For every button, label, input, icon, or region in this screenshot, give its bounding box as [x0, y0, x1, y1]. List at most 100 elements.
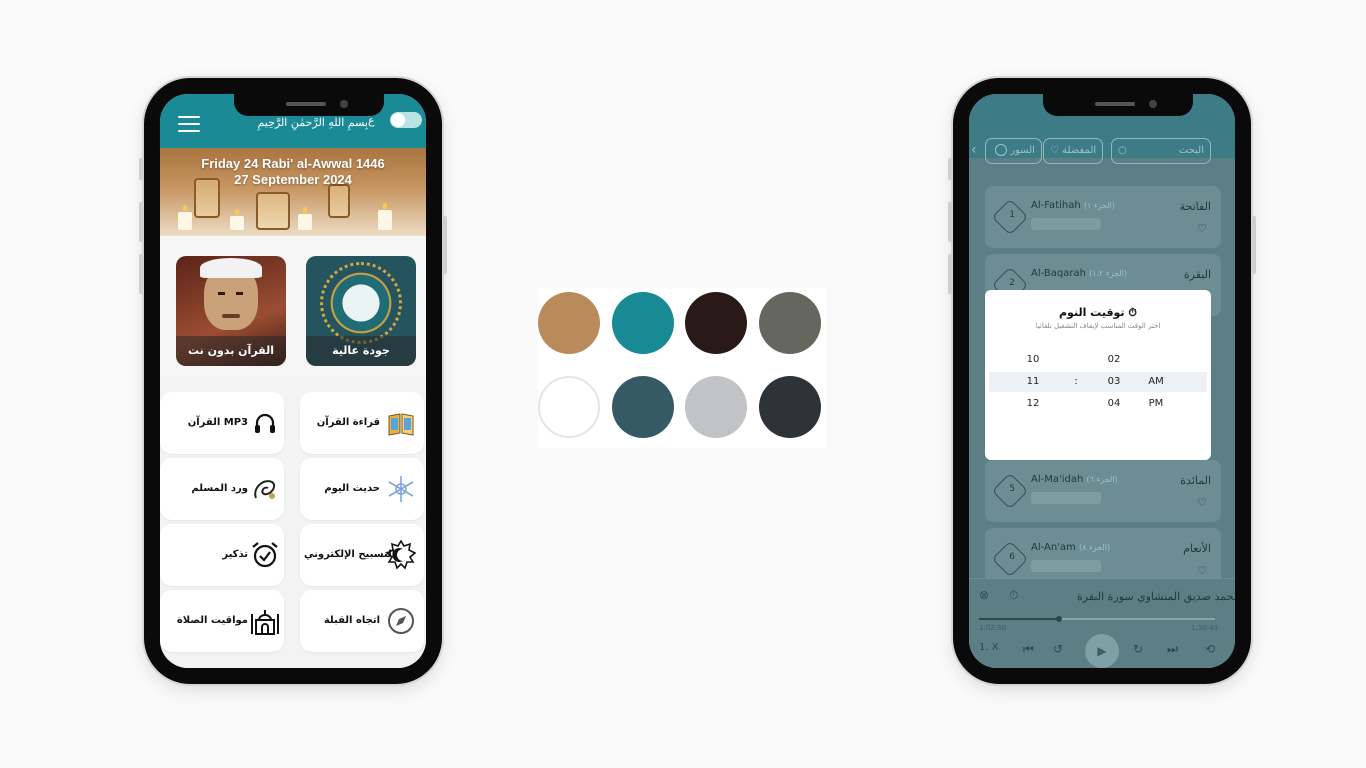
hour-option[interactable]: 10	[1018, 354, 1048, 365]
swatch-8	[759, 376, 821, 438]
hour-option[interactable]: 12	[1018, 398, 1048, 409]
back-icon[interactable]: ‹	[971, 142, 977, 158]
sura-item[interactable]: 5 Al-Ma'idah (الجزء ٦) المائدة ♡	[985, 460, 1221, 522]
tile-electronic-tasbih[interactable]: التسبيح الإلكتروني	[300, 524, 424, 586]
close-icon[interactable]: ⊗	[979, 588, 989, 602]
minute-option[interactable]: 02	[1099, 354, 1129, 365]
sura-number: 5	[1009, 483, 1015, 494]
filter-favorites[interactable]: ♡ المفضلة	[1043, 138, 1104, 164]
mosque-icon	[251, 610, 279, 635]
search-placeholder: البحث	[1178, 145, 1204, 156]
progress-bar[interactable]	[979, 616, 1215, 622]
play-icon: ▶	[1097, 644, 1107, 658]
offline-quran-card[interactable]: القرآن بدون نت	[176, 256, 286, 366]
player-reciter-name: محمد صديق المنشاوي	[1137, 590, 1235, 603]
skip-next-icon[interactable]: ⏭	[1167, 642, 1178, 657]
tile-label: تذكير	[222, 549, 248, 560]
favorite-icon[interactable]: ♡	[1197, 496, 1207, 509]
timer-icon: ⏱	[1128, 306, 1137, 319]
filter-label: السور	[1010, 145, 1035, 156]
tile-hadith-of-day[interactable]: حديث اليوم	[300, 458, 424, 520]
headphones-icon	[255, 413, 275, 433]
theme-toggle[interactable]	[390, 112, 422, 128]
playback-speed[interactable]: 1. X	[979, 642, 999, 653]
elapsed-time: 1:02:30	[979, 624, 1006, 632]
filter-suras[interactable]: السور	[985, 138, 1042, 164]
tile-label: مواقيت الصلاة	[176, 615, 248, 626]
period-pm[interactable]: PM	[1141, 398, 1171, 409]
tile-label: قراءة القرآن	[316, 417, 380, 428]
circle-icon	[995, 144, 1007, 156]
swatch-3	[685, 292, 747, 354]
tile-quran-mp3[interactable]: القرآن MP3	[160, 392, 284, 454]
tile-label: التسبيح الإلكتروني	[304, 549, 396, 560]
snowflake-icon	[388, 476, 414, 502]
sleep-timer-subtitle: اختر الوقت المناسب لإيقاف التشغيل تلقائي…	[1035, 322, 1161, 330]
tile-label: اتجاه القبلة	[323, 615, 380, 626]
sura-number: 2	[1009, 277, 1015, 288]
tile-label: ورد المسلم	[191, 483, 248, 494]
tile-label: حديث اليوم	[324, 483, 380, 494]
sura-name-en: Al-An'am	[1031, 542, 1076, 553]
alarm-clock-icon	[252, 542, 278, 568]
rewind-15-icon[interactable]: ↺	[1053, 642, 1063, 656]
search-input[interactable]: ○ البحث	[1111, 138, 1211, 164]
player-sura-name: سورة البقرة	[1077, 590, 1134, 603]
sleep-timer-icon[interactable]: ⏱	[1009, 588, 1018, 603]
gregorian-date: 27 September 2024	[234, 172, 352, 187]
notch	[1043, 94, 1193, 116]
sura-item[interactable]: 1 Al-Fatihah (الجزء ١) الفاتحة ♡	[985, 186, 1221, 248]
tile-qibla-direction[interactable]: اتجاه القبلة	[300, 590, 424, 652]
phone-home-screen: بِسمِ اللهِ الرَّحمٰنِ الرَّحِيمِ ع Frid…	[139, 78, 447, 684]
menu-icon[interactable]	[178, 116, 200, 132]
calligraphy-icon	[254, 480, 276, 499]
tile-muslim-wird[interactable]: ورد المسلم	[160, 458, 284, 520]
sleep-timer-dialog: توقيت النوم ⏱ اختر الوقت المناسب لإيقاف …	[985, 290, 1211, 460]
sura-meta	[1031, 560, 1101, 572]
sura-number: 1	[1009, 209, 1015, 220]
filter-label: المفضلة	[1062, 145, 1097, 156]
sura-juz: (الجزء ١،٢)	[1089, 269, 1128, 278]
swatch-6	[612, 376, 674, 438]
offline-quran-label: القرآن بدون نت	[176, 336, 286, 366]
search-icon: ○	[1118, 145, 1127, 156]
tile-prayer-times[interactable]: مواقيت الصلاة	[160, 590, 284, 652]
skip-previous-icon[interactable]: ⏮	[1023, 642, 1034, 657]
sura-name-ar: المائدة	[1180, 474, 1211, 487]
swatch-4	[759, 292, 821, 354]
basmala-title: بِسمِ اللهِ الرَّحمٰنِ الرَّحِيمِ	[257, 116, 368, 129]
favorite-icon[interactable]: ♡	[1197, 222, 1207, 235]
tile-read-quran[interactable]: قراءة القرآن	[300, 392, 424, 454]
book-icon	[388, 413, 414, 436]
crescent-star-icon	[386, 540, 416, 570]
repeat-icon[interactable]: ⟲	[1205, 642, 1215, 656]
high-quality-label: جودة عالية	[306, 336, 416, 366]
reciter-photo	[200, 258, 262, 330]
minute-selected[interactable]: 03	[1099, 376, 1129, 387]
tile-reminder[interactable]: تذكير	[160, 524, 284, 586]
swatch-5	[538, 376, 600, 438]
sleep-timer-title: توقيت النوم	[1059, 306, 1125, 319]
color-palette	[538, 288, 826, 448]
sura-name-en: Al-Fatihah	[1031, 200, 1081, 211]
quran-medallion-icon	[320, 262, 402, 344]
high-quality-card[interactable]: جودة عالية	[306, 256, 416, 366]
period-am[interactable]: AM	[1141, 376, 1171, 387]
phone-sura-list-screen: ‹ السور ♡ المفضلة ○ البحث 1 Al-Fatihah (ا…	[948, 78, 1256, 684]
swatch-1	[538, 292, 600, 354]
favorite-icon[interactable]: ♡	[1197, 564, 1207, 577]
time-separator: :	[1074, 376, 1078, 387]
play-button[interactable]: ▶	[1085, 634, 1119, 668]
date-banner: Friday 24 Rabi' al-Awwal 1446 27 Septemb…	[160, 148, 426, 236]
sura-juz: (الجزء ١)	[1083, 201, 1115, 210]
minute-option[interactable]: 04	[1099, 398, 1129, 409]
swatch-7	[685, 376, 747, 438]
tile-label: القرآن MP3	[187, 417, 248, 428]
sura-name-en: Al-Ma'idah	[1031, 474, 1084, 485]
sura-juz: (الجزء ٦)	[1086, 475, 1118, 484]
compass-icon	[388, 608, 414, 634]
sura-juz: (الجزء ٨)	[1079, 543, 1111, 552]
forward-15-icon[interactable]: ↻	[1133, 642, 1143, 656]
hour-selected[interactable]: 11	[1018, 376, 1048, 387]
sura-name-ar: الأنعام	[1183, 542, 1211, 555]
